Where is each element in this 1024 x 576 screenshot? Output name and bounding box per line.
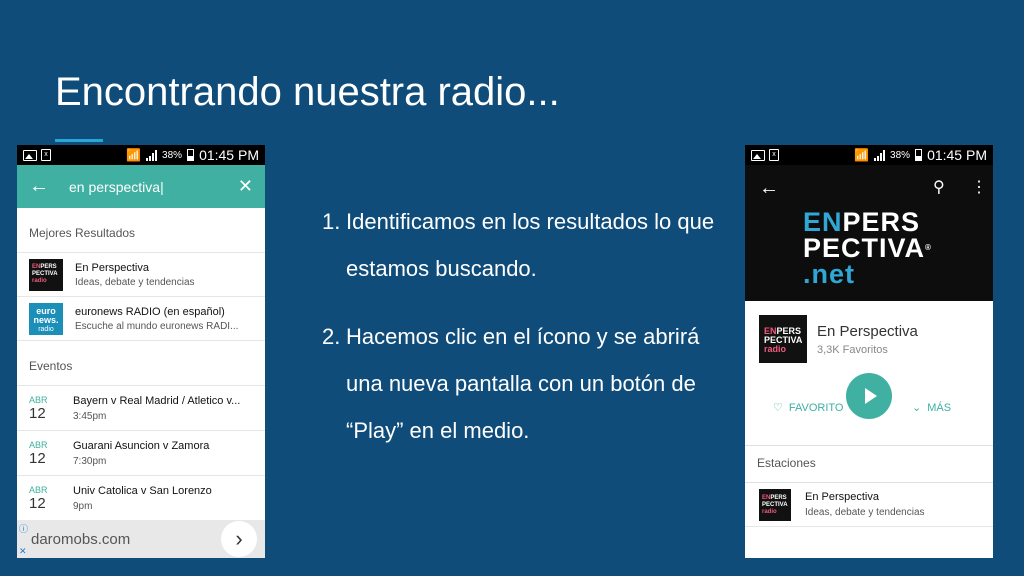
slide-title: Encontrando nuestra radio... bbox=[55, 70, 560, 114]
event-month: ABR bbox=[29, 439, 48, 450]
back-arrow-icon[interactable]: ← bbox=[759, 177, 779, 200]
close-icon[interactable]: ✕ bbox=[238, 176, 253, 197]
result-title: euronews RADIO (en español) bbox=[75, 305, 225, 318]
station-thumbnail: ENPERS PECTIVA radio bbox=[759, 315, 807, 363]
clock: 01:45 PM bbox=[927, 147, 987, 163]
result-item-euronews[interactable]: euro news. radio euronews RADIO (en espa… bbox=[17, 297, 265, 341]
station-logo: ENPERS PECTIVA® .net bbox=[803, 207, 932, 289]
more-label: MÁS bbox=[927, 401, 952, 414]
station-row-thumbnail: ENPERS PECTIVA radio bbox=[759, 488, 791, 521]
ad-info-icon[interactable]: ⓘ bbox=[19, 522, 28, 535]
event-day: 12 bbox=[29, 494, 46, 512]
event-title: Bayern v Real Madrid / Atletico v... bbox=[73, 394, 241, 407]
event-title: Univ Catolica v San Lorenzo bbox=[73, 484, 212, 497]
wifi-icon: 📶 bbox=[126, 148, 142, 162]
action-row: ♡ FAVORITO ⌄ MÁS bbox=[745, 369, 993, 419]
en-perspectiva-thumbnail[interactable]: ENPERS PECTIVA radio bbox=[29, 258, 63, 291]
step-2: 2. Hacemos clic en el ícono y se abrirá … bbox=[322, 313, 722, 454]
result-title: En Perspectiva bbox=[75, 261, 149, 274]
stations-label: Estaciones bbox=[745, 445, 993, 483]
favorites-count: 3,3K Favoritos bbox=[817, 343, 888, 356]
sim-icon: x bbox=[41, 149, 51, 161]
favorite-button[interactable]: ♡ FAVORITO bbox=[773, 401, 844, 415]
sim-icon: x bbox=[769, 149, 779, 161]
event-row[interactable]: ABR 12 Bayern v Real Madrid / Atletico v.… bbox=[17, 386, 265, 431]
wifi-icon: 📶 bbox=[854, 148, 870, 162]
battery-percent: 38% bbox=[890, 149, 911, 161]
result-subtitle: Escuche al mundo euronews RADI... bbox=[75, 320, 239, 332]
ad-banner[interactable]: ⓘ ✕ daromobs.com › bbox=[17, 520, 265, 558]
event-month: ABR bbox=[29, 394, 48, 405]
signal-icon bbox=[874, 149, 886, 161]
euronews-thumbnail[interactable]: euro news. radio bbox=[29, 302, 63, 335]
station-row-subtitle: Ideas, debate y tendencias bbox=[805, 507, 925, 518]
back-arrow-icon[interactable]: ← bbox=[29, 175, 59, 198]
battery-percent: 38% bbox=[162, 149, 183, 161]
chevron-down-icon: ⌄ bbox=[912, 402, 922, 414]
event-row[interactable]: ABR 12 Guarani Asuncion v Zamora 7:30pm bbox=[17, 431, 265, 476]
title-underline bbox=[55, 139, 103, 142]
step-number: 1. bbox=[322, 209, 341, 234]
status-bar: x 📶 38% 01:45 PM bbox=[17, 145, 265, 165]
event-title: Guarani Asuncion v Zamora bbox=[73, 439, 210, 452]
event-time: 3:45pm bbox=[73, 410, 107, 422]
result-item-en-perspectiva[interactable]: ENPERS PECTIVA radio En Perspectiva Idea… bbox=[17, 253, 265, 297]
step-1: 1. Identificamos en los resultados lo qu… bbox=[322, 198, 722, 292]
station-screen: x 📶 38% 01:45 PM ← ⚲ ⋮ ENPERS PECTIVA® .… bbox=[745, 145, 993, 558]
step-text: Identificamos en los resultados lo que e… bbox=[346, 209, 715, 281]
chevron-right-icon[interactable]: › bbox=[221, 521, 257, 557]
step-number: 2. bbox=[322, 324, 341, 349]
event-day: 12 bbox=[29, 404, 46, 422]
image-icon bbox=[23, 149, 37, 161]
station-hero: ← ⚲ ⋮ ENPERS PECTIVA® .net bbox=[745, 165, 993, 301]
station-list-item[interactable]: ENPERS PECTIVA radio En Perspectiva Idea… bbox=[745, 483, 993, 527]
event-day: 12 bbox=[29, 449, 46, 467]
best-results-label: Mejores Resultados bbox=[17, 208, 265, 253]
search-input[interactable]: en perspectiva bbox=[59, 179, 238, 195]
station-card: ENPERS PECTIVA radio En Perspectiva 3,3K… bbox=[745, 301, 993, 369]
events-label: Eventos bbox=[17, 341, 265, 386]
ad-text[interactable]: daromobs.com bbox=[31, 531, 221, 548]
event-time: 9pm bbox=[73, 500, 93, 512]
event-time: 7:30pm bbox=[73, 455, 107, 467]
status-bar: x 📶 38% 01:45 PM bbox=[745, 145, 993, 165]
image-icon bbox=[751, 149, 765, 161]
step-text: Hacemos clic en el ícono y se abrirá una… bbox=[346, 324, 700, 443]
play-button[interactable] bbox=[846, 373, 892, 419]
heart-icon: ♡ bbox=[773, 402, 783, 414]
event-row[interactable]: ABR 12 Univ Catolica v San Lorenzo 9pm bbox=[17, 476, 265, 521]
event-month: ABR bbox=[29, 484, 48, 495]
result-subtitle: Ideas, debate y tendencias bbox=[75, 276, 195, 288]
battery-icon bbox=[915, 149, 923, 161]
favorite-label: FAVORITO bbox=[788, 401, 844, 414]
signal-icon bbox=[146, 149, 158, 161]
search-bar: ← en perspectiva ✕ bbox=[17, 165, 265, 208]
instructions: 1. Identificamos en los resultados lo qu… bbox=[322, 198, 722, 454]
more-vert-icon[interactable]: ⋮ bbox=[971, 177, 987, 197]
clock: 01:45 PM bbox=[199, 147, 259, 163]
search-screen: x 📶 38% 01:45 PM ← en perspectiva ✕ Mejo… bbox=[17, 145, 265, 558]
station-row-title: En Perspectiva bbox=[805, 491, 879, 503]
station-name: En Perspectiva bbox=[817, 322, 918, 340]
ad-close-icon[interactable]: ✕ bbox=[19, 546, 27, 557]
battery-icon bbox=[187, 149, 195, 161]
search-icon[interactable]: ⚲ bbox=[933, 177, 945, 197]
more-button[interactable]: ⌄ MÁS bbox=[912, 401, 952, 415]
